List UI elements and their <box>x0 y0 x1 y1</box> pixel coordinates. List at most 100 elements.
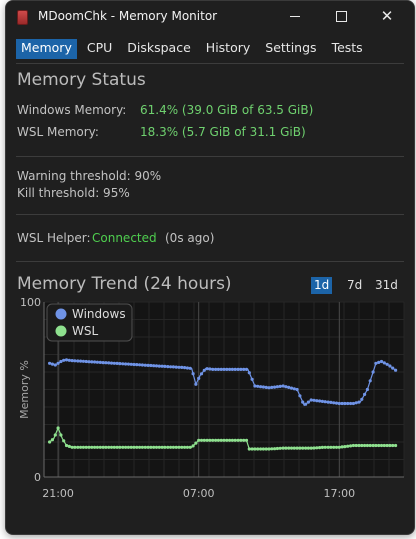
data-point-windows <box>112 361 116 365</box>
data-point-wsl <box>138 445 142 449</box>
data-point-windows <box>140 363 144 367</box>
data-point-windows <box>368 379 372 383</box>
data-point-windows <box>222 367 226 371</box>
data-point-wsl <box>233 438 237 442</box>
data-point-windows <box>208 367 212 371</box>
data-point-windows <box>124 362 128 366</box>
data-point-wsl <box>197 438 201 442</box>
data-point-wsl <box>183 445 187 449</box>
data-point-wsl <box>222 438 226 442</box>
data-point-windows <box>219 367 223 371</box>
data-point-wsl <box>124 445 128 449</box>
data-point-windows <box>216 367 220 371</box>
data-point-wsl <box>154 445 159 449</box>
data-point-wsl <box>205 438 209 442</box>
data-point-windows <box>95 360 99 364</box>
data-point-wsl <box>239 438 243 442</box>
data-point-wsl <box>211 438 215 442</box>
x-tick-label: 07:00 <box>183 487 215 500</box>
data-point-wsl <box>126 445 130 449</box>
data-point-windows <box>357 400 361 404</box>
data-point-wsl <box>129 445 133 449</box>
data-point-windows <box>250 377 254 381</box>
data-point-windows <box>166 365 170 369</box>
data-point-windows <box>56 361 60 365</box>
data-point-windows <box>363 392 367 396</box>
data-point-wsl <box>382 443 386 448</box>
data-point-wsl <box>357 443 361 448</box>
data-point-wsl <box>334 445 339 449</box>
data-point-windows <box>132 362 136 367</box>
data-point-windows <box>76 359 80 363</box>
data-point-windows <box>346 401 350 406</box>
data-point-windows <box>84 359 88 364</box>
data-point-windows <box>326 400 330 404</box>
data-point-wsl <box>264 447 268 451</box>
data-point-wsl <box>185 445 189 449</box>
data-point-windows <box>194 382 198 386</box>
data-point-windows <box>115 361 119 365</box>
y-tick-label: 100 <box>20 296 41 309</box>
data-point-wsl <box>261 447 265 451</box>
data-point-windows <box>180 365 184 369</box>
data-point-wsl <box>320 445 324 449</box>
data-point-windows <box>48 361 52 365</box>
data-point-windows <box>239 367 243 371</box>
data-point-windows <box>98 360 102 364</box>
data-point-wsl <box>281 446 285 450</box>
data-point-wsl <box>295 446 299 450</box>
data-point-wsl <box>98 445 102 449</box>
data-point-windows <box>292 387 296 391</box>
data-point-wsl <box>90 445 94 449</box>
data-point-wsl <box>230 438 234 442</box>
data-point-windows <box>382 361 386 365</box>
data-point-windows <box>284 385 288 389</box>
legend-label: Windows <box>72 307 126 321</box>
data-point-wsl <box>149 445 153 449</box>
data-point-wsl <box>309 446 313 450</box>
data-point-windows <box>129 362 133 366</box>
data-point-wsl <box>346 444 350 448</box>
data-point-windows <box>205 367 209 371</box>
data-point-windows <box>332 401 336 405</box>
data-point-wsl <box>62 439 66 443</box>
data-point-wsl <box>191 444 195 448</box>
data-point-wsl <box>306 446 310 450</box>
data-point-windows <box>318 399 322 403</box>
data-point-wsl <box>146 445 150 449</box>
legend-label: WSL <box>72 324 98 338</box>
data-point-windows <box>118 362 122 366</box>
data-point-windows <box>242 367 246 371</box>
data-point-wsl <box>135 445 139 449</box>
data-point-windows <box>104 361 108 365</box>
data-point-wsl <box>87 445 91 449</box>
data-point-wsl <box>354 443 358 448</box>
data-point-wsl <box>140 445 144 449</box>
data-point-windows <box>259 385 263 389</box>
data-point-windows <box>174 365 178 369</box>
data-point-windows <box>154 364 159 368</box>
data-point-wsl <box>351 443 355 448</box>
data-point-windows <box>275 385 279 389</box>
data-point-windows <box>295 387 299 392</box>
data-point-windows <box>169 365 173 369</box>
data-point-wsl <box>216 438 220 442</box>
data-point-windows <box>334 401 339 405</box>
data-point-wsl <box>73 445 77 449</box>
legend-marker <box>55 308 67 320</box>
data-point-windows <box>197 376 201 380</box>
data-point-wsl <box>202 438 206 442</box>
data-point-windows <box>93 360 97 364</box>
data-point-windows <box>287 385 291 389</box>
data-point-windows <box>191 372 195 376</box>
data-point-wsl <box>174 445 178 449</box>
data-point-wsl <box>163 445 167 449</box>
data-point-wsl <box>109 445 114 449</box>
data-point-wsl <box>304 446 308 450</box>
data-point-windows <box>391 366 395 370</box>
data-point-windows <box>315 399 319 403</box>
data-point-windows <box>109 361 114 365</box>
data-point-windows <box>67 358 71 362</box>
data-point-wsl <box>107 445 111 449</box>
data-point-windows <box>281 384 285 388</box>
